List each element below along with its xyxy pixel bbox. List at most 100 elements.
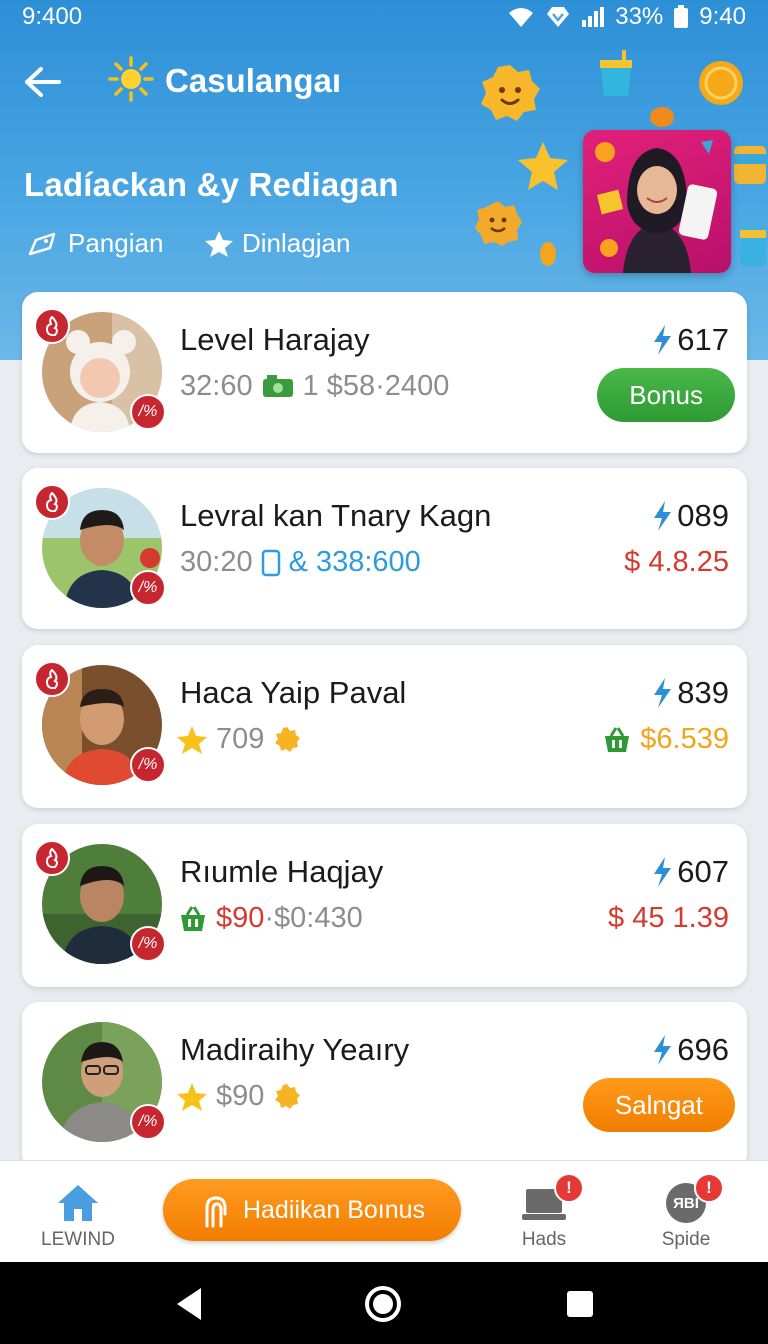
percent-badge-icon: /% [130, 570, 166, 606]
cash-icon [262, 374, 293, 397]
smiley-small-icon [475, 201, 522, 246]
item-score: 089 [651, 498, 729, 534]
signal-diamond-icon [547, 7, 570, 27]
status-time: 9:400 [22, 3, 83, 30]
promo-person-illustration [595, 140, 718, 273]
item-detail: & 338:600 [288, 546, 421, 578]
home-icon [58, 1185, 98, 1221]
sun-badge-icon [275, 1083, 301, 1109]
item-score: 617 [651, 322, 729, 358]
status-clock: 9:40 [699, 3, 746, 30]
item-subtitle: 709 [176, 723, 302, 756]
chip-pangian[interactable]: Pangian [26, 228, 163, 259]
nav-hads[interactable]: ! Hads [484, 1173, 604, 1251]
page-title: Ladíackan &y Rediagan [24, 166, 399, 203]
hand-icon [205, 1196, 227, 1228]
lightning-icon [654, 857, 672, 887]
list-item[interactable]: /% Level Harajay 32:60 1 $58·2400 617 Bo… [22, 292, 747, 453]
sun-icon [108, 56, 154, 102]
item-score: 696 [651, 1032, 729, 1068]
score-value: 696 [677, 1032, 729, 1067]
star-icon [177, 1082, 207, 1111]
item-time: 32:60 [180, 370, 253, 402]
chip-label: Dinlagjan [242, 228, 351, 258]
list-item[interactable]: /% Madiraihy Yeaıry $90 696 Salngat [22, 1002, 747, 1170]
list-item[interactable]: /% Levral kan Tnary Kagn 30:20 & 338:600… [22, 468, 747, 629]
item-time: 30:20 [180, 546, 253, 578]
item-name: Rıumle Haqjay [180, 854, 384, 889]
back-button[interactable] [20, 60, 64, 104]
salngat-button[interactable]: Salngat [582, 1078, 735, 1132]
bonus-button[interactable]: Bonus [597, 368, 735, 422]
item-score: 839 [651, 675, 729, 711]
back-triangle-icon [177, 1288, 201, 1320]
spide-notification-badge: ! [694, 1173, 724, 1203]
center-button-label: Hadiikan Boınus [242, 1195, 426, 1224]
chip-dinlagjan[interactable]: Dinlagjan [204, 228, 350, 259]
score-value: 607 [677, 854, 729, 889]
bottom-nav: LEWIND Hadiikan Boınus ! Hads ЯBI ! Spid… [0, 1160, 768, 1262]
sun-badge-icon [275, 726, 301, 752]
chip-label: Pangian [68, 228, 164, 258]
system-back-button[interactable] [168, 1284, 208, 1324]
lightning-icon [654, 501, 672, 531]
item-amount: $6.539 [602, 723, 729, 756]
item-detail: 1 $58·2400 [302, 370, 450, 402]
item-detail: ·$0:430 [264, 902, 363, 934]
percent-badge-icon: /% [130, 1104, 166, 1140]
item-time: 709 [216, 723, 265, 755]
hads-notification-badge: ! [554, 1173, 584, 1203]
hadiikan-bonus-button[interactable]: Hadiikan Boınus [163, 1179, 461, 1241]
coin-small-icon [650, 107, 674, 127]
nav-hads-label: Hads [521, 1229, 567, 1250]
cup-small-icon [740, 226, 766, 266]
cup-icon [600, 50, 632, 96]
phone-icon [261, 549, 280, 576]
jar-icon [734, 146, 766, 184]
item-time: $90 [216, 902, 265, 934]
smiley-cookie-icon [481, 65, 540, 121]
lightning-icon [654, 678, 672, 708]
system-home-button[interactable] [363, 1284, 403, 1324]
list-item[interactable]: /% Rıumle Haqjay $90 ·$0:430 607 $ 45 1.… [22, 824, 747, 987]
item-score: 607 [651, 854, 729, 890]
nav-home[interactable]: LEWIND [18, 1179, 138, 1251]
item-subtitle: 30:20 & 338:600 [180, 546, 421, 579]
item-subtitle: $90 ·$0:430 [178, 902, 363, 935]
nav-spide[interactable]: ЯBI ! Spide [626, 1173, 746, 1251]
item-name: Haca Yaip Paval [180, 675, 407, 710]
basket-icon [181, 905, 205, 931]
percent-badge-icon: /% [130, 747, 166, 783]
fire-badge-icon [34, 308, 70, 344]
nav-spide-label: Spide [661, 1229, 711, 1250]
score-value: 839 [677, 675, 729, 710]
cell-signal-icon [582, 7, 605, 27]
system-nav-bar [0, 1262, 768, 1344]
back-arrow-icon [25, 67, 61, 97]
item-name: Levral kan Tnary Kagn [180, 498, 492, 533]
item-amount: $ 4.8.25 [624, 546, 729, 578]
promo-image[interactable] [583, 130, 731, 273]
home-circle-icon [365, 1286, 401, 1322]
battery-percent: 33% [615, 3, 664, 30]
amount-value: $6.539 [640, 723, 729, 755]
recents-square-icon [567, 1291, 593, 1317]
item-time: $90 [216, 1080, 265, 1112]
fire-badge-icon [34, 840, 70, 876]
system-recents-button[interactable] [560, 1284, 600, 1324]
item-subtitle: 32:60 1 $58·2400 [180, 370, 449, 403]
coin-tiny-icon [540, 242, 556, 266]
item-name: Level Harajay [180, 322, 370, 357]
wifi-icon [509, 8, 534, 27]
item-amount: $ 45 1.39 [608, 902, 729, 934]
score-value: 089 [677, 498, 729, 533]
percent-badge-icon: /% [130, 394, 166, 430]
app-title: Casulangaı [165, 62, 342, 99]
item-subtitle: $90 [176, 1080, 302, 1113]
item-name: Madiraihy Yeaıry [180, 1032, 410, 1067]
star-icon [205, 230, 233, 257]
lightning-icon [654, 1035, 672, 1065]
fire-badge-icon [34, 661, 70, 697]
list-item[interactable]: /% Haca Yaip Paval 709 839 $6.539 [22, 645, 747, 808]
status-bar: 9:400 33% 9:40 [0, 0, 768, 34]
